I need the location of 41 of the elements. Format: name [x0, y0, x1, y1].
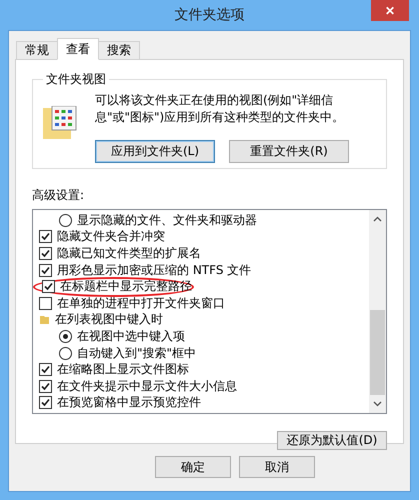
- option-label: 在标题栏中显示完整路径: [60, 278, 192, 296]
- advanced-settings-label: 高级设置:: [32, 187, 86, 204]
- option-label: 用彩色显示加密或压缩的 NTFS 文件: [57, 262, 252, 279]
- tab[interactable]: 搜索: [98, 41, 140, 60]
- scrollbar[interactable]: [369, 210, 386, 414]
- checkbox[interactable]: [39, 296, 52, 310]
- checkbox[interactable]: [39, 230, 52, 244]
- checkbox[interactable]: [42, 280, 55, 294]
- restore-defaults-button[interactable]: 还原为默认值(D): [277, 431, 387, 450]
- option-label: 隐藏文件夹合并冲突: [57, 228, 165, 246]
- checkbox[interactable]: [39, 363, 52, 376]
- window-title: 文件夹选项: [174, 6, 244, 24]
- option-label: 在文件夹提示中显示文件大小信息: [57, 378, 237, 395]
- radio-button[interactable]: [59, 214, 72, 227]
- checkbox[interactable]: [39, 380, 52, 393]
- tab[interactable]: 查看: [57, 38, 99, 60]
- scroll-down-icon[interactable]: [373, 401, 382, 408]
- dialog-button[interactable]: 取消: [239, 456, 315, 478]
- checkbox[interactable]: [39, 396, 52, 410]
- tab[interactable]: 常规: [16, 41, 58, 60]
- folder-icon: [39, 314, 50, 326]
- checkbox[interactable]: [39, 264, 52, 277]
- radio-button[interactable]: [59, 346, 72, 360]
- option-label: 在单独的进程中打开文件夹窗口: [57, 294, 225, 312]
- description-text: 可以将该文件夹正在使用的视图(例如"详细信息"或"图标")应用到所有这种类型的文件夹中。: [95, 92, 346, 126]
- option-label: 在列表视图中键入时: [55, 311, 163, 328]
- option-label: 在视图中选中键入项: [77, 328, 185, 345]
- scroll-up-icon[interactable]: [373, 216, 382, 222]
- folder-button[interactable]: 重置文件夹(R): [229, 140, 349, 163]
- option-label: 在预览窗格中显示预览控件: [57, 394, 201, 412]
- folder-button[interactable]: 应用到文件夹(L): [95, 140, 215, 163]
- option-label: 显示隐藏的文件、文件夹和驱动器: [77, 212, 257, 229]
- close-button[interactable]: ✕: [371, 0, 409, 21]
- dialog-button[interactable]: 确定: [155, 456, 231, 478]
- checkbox[interactable]: [39, 246, 52, 260]
- option-label: 隐藏已知文件类型的扩展名: [57, 244, 201, 262]
- option-label: 自动键入到"搜索"框中: [77, 344, 196, 362]
- scroll-thumb[interactable]: [370, 310, 385, 396]
- radio-button[interactable]: [59, 330, 72, 343]
- option-label: 在缩略图上显示文件图标: [57, 361, 189, 378]
- group-title: 文件夹视图: [45, 71, 107, 88]
